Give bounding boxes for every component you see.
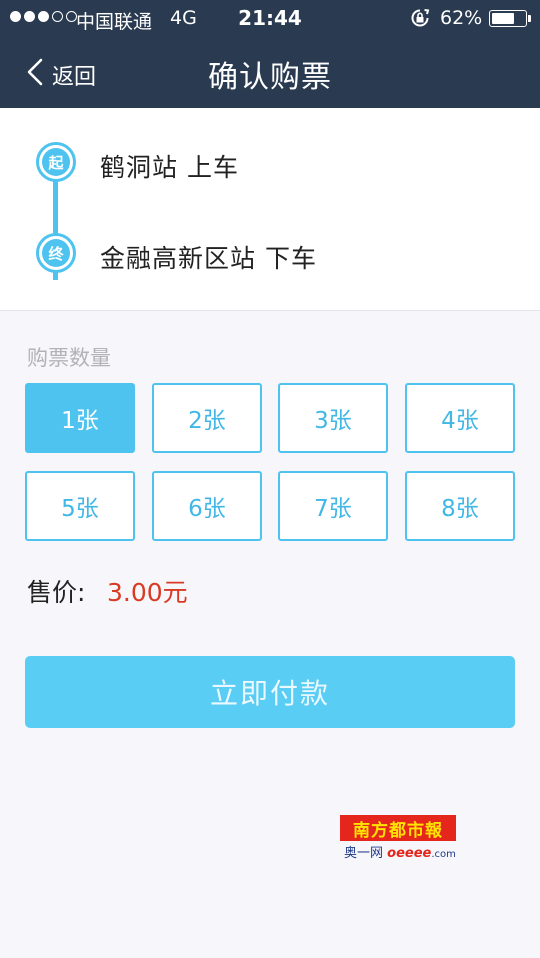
ticket-quantity-label: 购票数量	[27, 346, 111, 370]
nav-bar: 返回 确认购票	[0, 36, 540, 108]
price-value: 3.00元	[107, 578, 188, 607]
ticket-quantity-grid: 1张 2张 3张 4张 5张 6张 7张 8张	[25, 383, 515, 541]
price-label: 售价:	[27, 578, 86, 607]
end-badge-icon: 终	[36, 233, 76, 273]
ticket-qty-option[interactable]: 8张	[405, 471, 515, 541]
ticket-qty-option[interactable]: 4张	[405, 383, 515, 453]
ticket-qty-option[interactable]: 1张	[25, 383, 135, 453]
start-badge-icon: 起	[36, 142, 76, 182]
ticket-qty-option[interactable]: 5张	[25, 471, 135, 541]
watermark-site: oeeee	[387, 846, 432, 861]
status-bar: 中国联通 4G 21:44 62%	[0, 0, 540, 36]
battery-icon	[489, 10, 527, 27]
alighting-station: 金融高新区站 下车	[100, 244, 317, 273]
route-card: 起 鹤洞站 上车 终 金融高新区站 下车	[0, 108, 540, 311]
watermark-domain: .com	[431, 849, 456, 860]
page-title: 确认购票	[208, 60, 332, 95]
battery-percent: 62%	[440, 7, 483, 29]
ticket-qty-option[interactable]: 7张	[278, 471, 388, 541]
ticket-qty-option[interactable]: 6张	[152, 471, 262, 541]
ticket-qty-option[interactable]: 2张	[152, 383, 262, 453]
app-header: 中国联通 4G 21:44 62% 返回 确认购票	[0, 0, 540, 108]
watermark-subtitle: 奥一网 oeeee.com	[344, 842, 456, 861]
end-badge-label: 终	[42, 239, 70, 267]
newspaper-logo: 南方都市報	[340, 815, 456, 841]
start-badge-label: 起	[42, 148, 70, 176]
pay-now-button[interactable]: 立即付款	[25, 656, 515, 728]
boarding-station: 鹤洞站 上车	[100, 153, 239, 182]
ticket-qty-option[interactable]: 3张	[278, 383, 388, 453]
watermark-prefix: 奥一网	[344, 846, 384, 861]
rotation-lock-icon	[411, 9, 430, 27]
battery-tip	[528, 15, 531, 22]
